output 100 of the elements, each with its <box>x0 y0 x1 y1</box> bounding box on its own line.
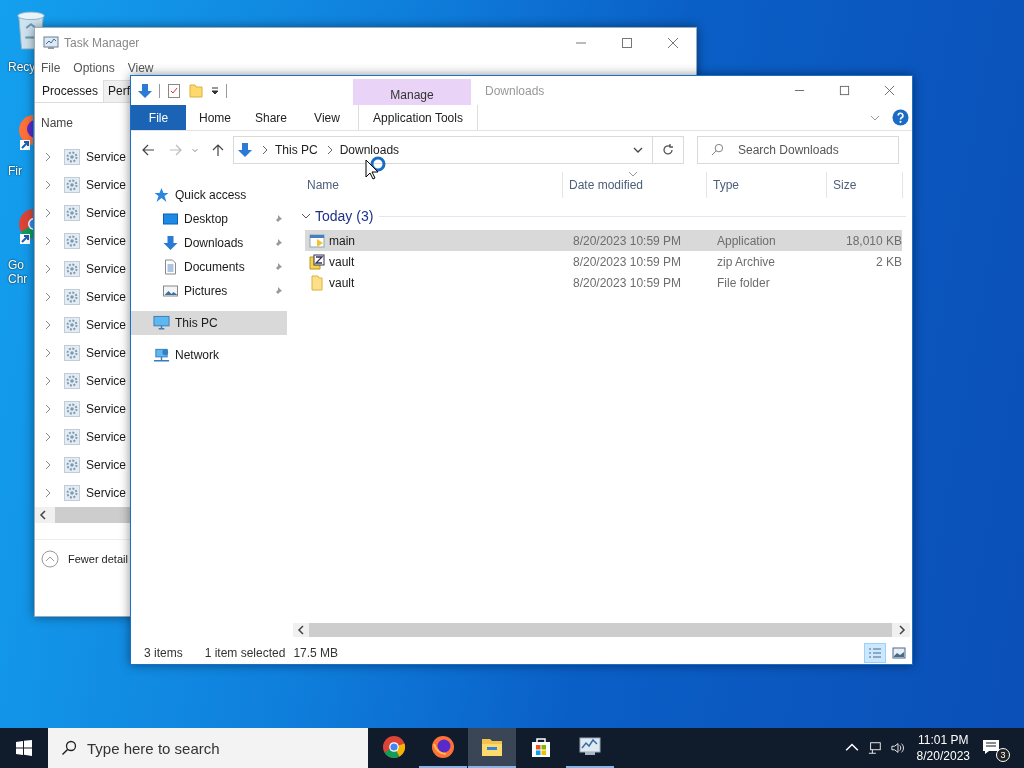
chevron-right-icon[interactable] <box>43 152 53 162</box>
column-header[interactable]: Date modified <box>563 172 707 198</box>
chevron-right-icon[interactable] <box>43 208 53 218</box>
group-header[interactable]: Today (3) <box>315 208 374 224</box>
process-name: Service <box>86 458 126 472</box>
gear-icon <box>64 429 80 445</box>
details-list-icon <box>868 647 882 659</box>
horizontal-scrollbar[interactable] <box>293 623 910 637</box>
chevron-right-icon[interactable] <box>43 432 53 442</box>
download-arrow-icon[interactable] <box>137 82 153 99</box>
dropdown-icon[interactable] <box>210 85 220 96</box>
fewer-details-link[interactable]: Fewer detail <box>68 553 128 565</box>
desktop-icon-label: Chr <box>7 272 28 286</box>
tab[interactable]: Perf <box>103 80 133 102</box>
search-icon <box>61 740 77 756</box>
column-header[interactable]: Name <box>41 116 73 130</box>
dropdown-icon[interactable] <box>633 145 643 155</box>
taskbar-search-field[interactable]: Type here to search <box>48 728 368 768</box>
address-bar[interactable]: This PC Downloads <box>233 136 684 164</box>
picture-icon <box>162 283 179 299</box>
chevron-right-icon[interactable] <box>261 145 269 155</box>
selection-size: 17.5 MB <box>293 646 339 660</box>
help-icon[interactable] <box>892 109 909 126</box>
menu-item[interactable]: File <box>41 61 61 75</box>
notification-count: 3 <box>996 748 1010 762</box>
chevron-right-icon[interactable] <box>43 292 53 302</box>
clock-time[interactable]: 11:01 PM <box>918 732 969 748</box>
nav-item[interactable]: Quick access <box>131 183 287 207</box>
nav-item[interactable]: Desktop <box>131 207 287 231</box>
date-cell-text: 8/20/2023 10:59 PM <box>572 275 683 290</box>
chevron-right-icon[interactable] <box>43 376 53 386</box>
search-icon <box>711 143 724 156</box>
chevron-right-icon[interactable] <box>43 404 53 414</box>
file-row[interactable]: vault 8/20/2023 10:59 PM zip Archive 2 KB <box>305 251 902 272</box>
gear-icon <box>64 317 80 333</box>
date-cell-text: 8/20/2023 10:59 PM <box>572 233 683 248</box>
gear-icon <box>64 345 80 361</box>
gear-icon <box>64 401 80 417</box>
file-row[interactable]: vault 8/20/2023 10:59 PM File folder <box>305 272 902 293</box>
store-bag-icon <box>529 735 553 759</box>
chevron-right-icon[interactable] <box>43 264 53 274</box>
size-cell: 18,010 KB <box>845 233 902 248</box>
up-arrow-icon[interactable] <box>211 143 225 157</box>
chevron-right-icon[interactable] <box>325 145 334 155</box>
chevron-right-icon[interactable] <box>43 488 53 498</box>
ribbon-tab[interactable]: Share <box>243 105 299 130</box>
download-arrow-icon <box>237 142 253 158</box>
file-name: vault <box>329 275 355 290</box>
ribbon-tab[interactable]: Home <box>187 105 243 130</box>
clock-date[interactable]: 8/20/2023 <box>916 748 970 764</box>
process-name: Service <box>86 150 126 164</box>
properties-icon[interactable] <box>166 82 182 99</box>
chevron-right-icon[interactable] <box>43 348 53 358</box>
chevron-right-icon[interactable] <box>43 236 53 246</box>
file-name: vault <box>329 254 355 269</box>
file-row[interactable]: main 8/20/2023 10:59 PM Application 18,010 KB <box>305 230 902 251</box>
gear-icon <box>64 149 80 165</box>
speaker-icon[interactable] <box>890 741 905 755</box>
type-cell-text: File folder <box>716 275 771 290</box>
nav-item[interactable]: Documents <box>131 255 287 279</box>
zip-archive-icon <box>309 253 325 270</box>
nav-item[interactable]: Pictures <box>131 279 287 303</box>
horizontal-scrollbar[interactable] <box>35 507 131 523</box>
network-icon <box>153 347 170 363</box>
star-icon <box>153 187 170 203</box>
file-tab[interactable]: File <box>131 105 186 130</box>
collapse-up-icon[interactable] <box>41 550 59 568</box>
chevron-right-icon[interactable] <box>43 180 53 190</box>
back-arrow-icon[interactable] <box>141 143 155 157</box>
chevron-right-icon[interactable] <box>43 460 53 470</box>
breadcrumb[interactable]: Downloads <box>339 143 400 157</box>
monitor-chart-icon <box>43 35 59 51</box>
menu-item[interactable]: Options <box>73 61 115 75</box>
refresh-icon[interactable] <box>661 143 675 157</box>
process-name: Service <box>86 402 126 416</box>
chevron-right-icon[interactable] <box>43 320 53 330</box>
taskbar-app-button[interactable] <box>468 728 516 768</box>
ribbon-tab[interactable]: View <box>299 105 355 130</box>
column-header[interactable]: Type <box>707 172 827 198</box>
network-icon[interactable] <box>867 741 882 755</box>
gear-icon <box>64 485 80 501</box>
gear-icon <box>64 261 80 277</box>
process-name: Service <box>86 290 126 304</box>
nav-item[interactable]: This PC <box>131 311 287 335</box>
process-name: Service <box>86 262 126 276</box>
nav-item[interactable]: Network <box>131 343 287 367</box>
chevron-down-icon[interactable] <box>301 211 311 221</box>
nav-item[interactable]: Downloads <box>131 231 287 255</box>
breadcrumb[interactable]: This PC <box>275 143 318 157</box>
search-field[interactable]: Search Downloads <box>697 136 899 164</box>
picture-icon <box>892 647 906 659</box>
window-title: Downloads <box>485 82 545 100</box>
desktop-icon-label: Go <box>7 258 24 272</box>
desktop-icon <box>162 211 179 227</box>
application-icon <box>309 232 325 249</box>
gear-icon <box>64 177 80 193</box>
file-name: main <box>329 233 355 248</box>
column-header[interactable]: Size <box>827 172 903 198</box>
notification-icon[interactable] <box>982 739 1000 755</box>
menu-item[interactable]: View <box>127 61 154 75</box>
